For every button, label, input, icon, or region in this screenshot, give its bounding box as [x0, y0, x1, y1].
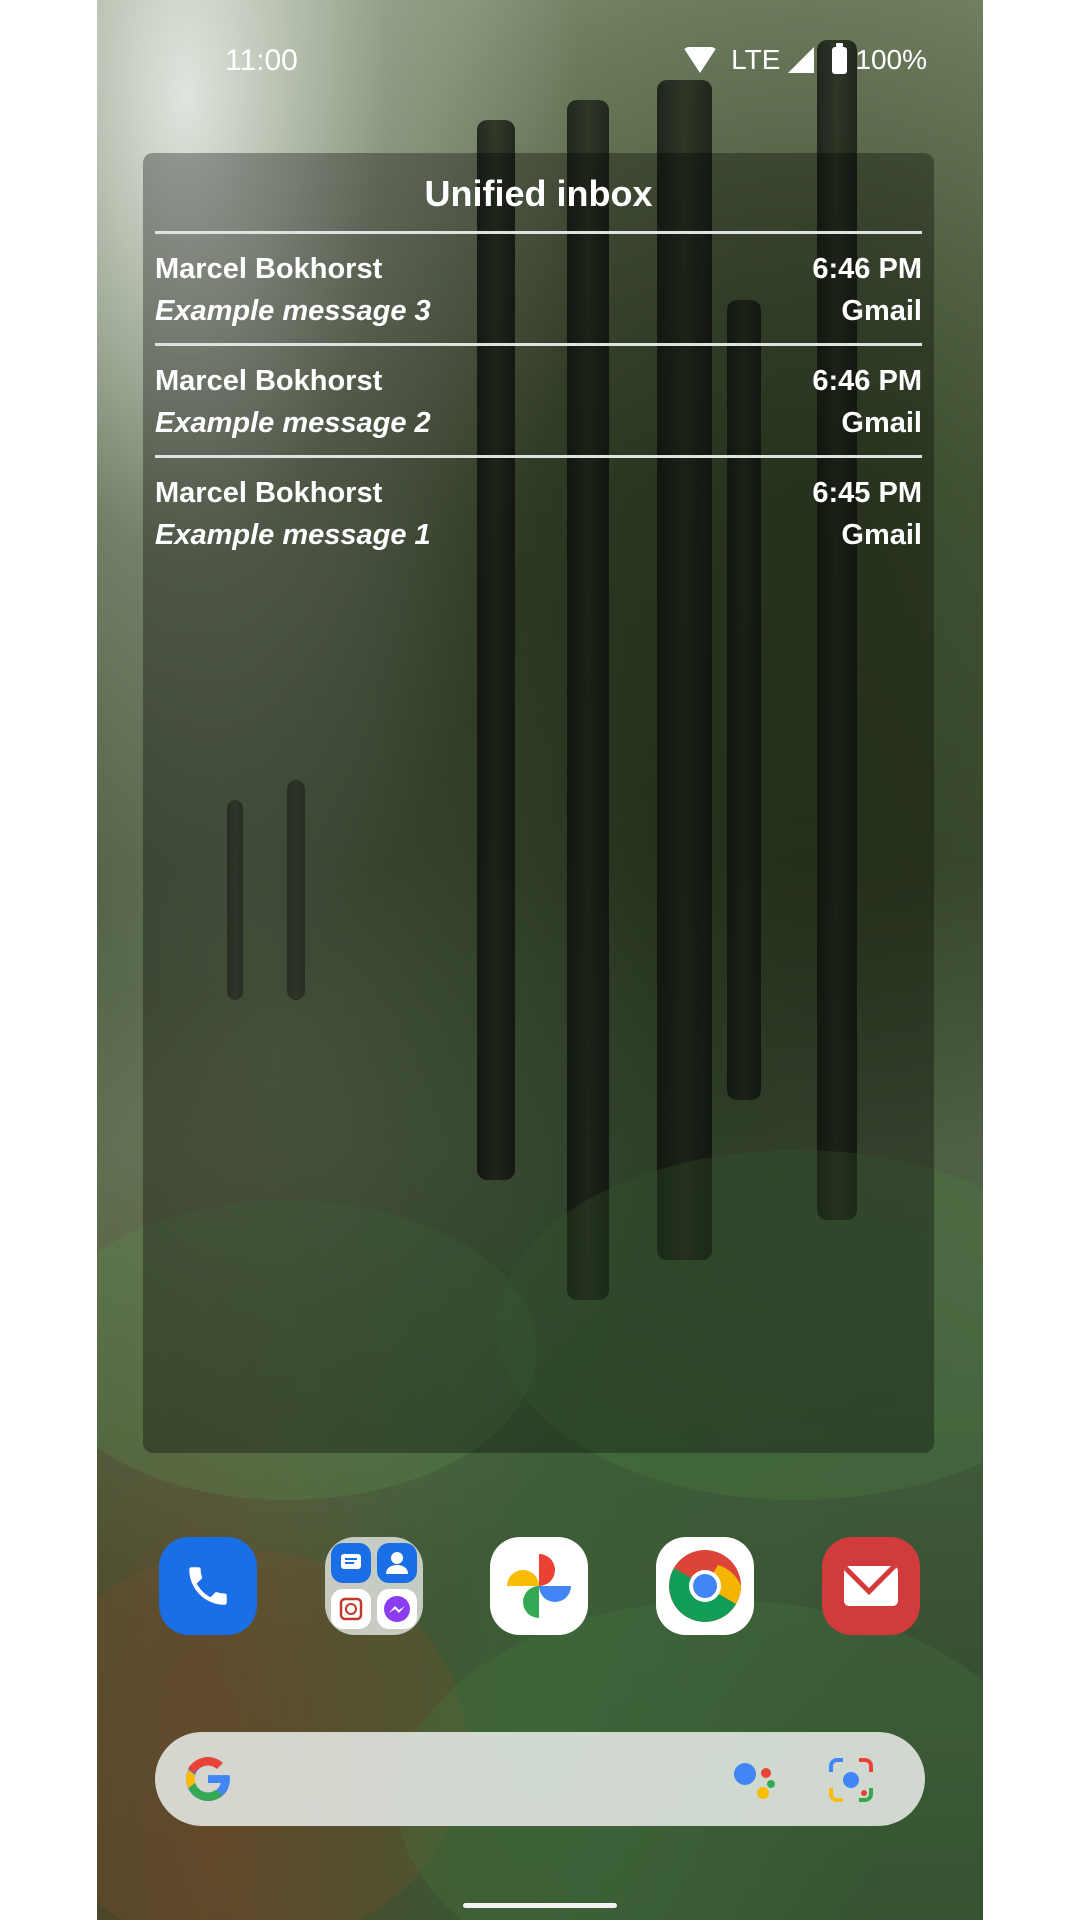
message-row[interactable]: Marcel Bokhorst 6:45 PM Example message …: [155, 477, 922, 577]
status-time: 11:00: [225, 44, 298, 77]
divider: [155, 231, 922, 234]
google-g-icon: [186, 1757, 231, 1801]
google-search-bar[interactable]: [155, 1732, 925, 1826]
message-row[interactable]: Marcel Bokhorst 6:46 PM Example message …: [155, 253, 922, 353]
status-indicators: LTE 100%: [683, 42, 927, 76]
phone-icon: [189, 1567, 227, 1605]
email-icon: [844, 1566, 898, 1606]
assistant-icon[interactable]: [730, 1756, 778, 1804]
contacts-icon: [377, 1543, 417, 1583]
message-sender: Marcel Bokhorst: [155, 365, 383, 397]
chrome-icon: [669, 1550, 741, 1622]
messages-icon: [331, 1543, 371, 1583]
message-sender: Marcel Bokhorst: [155, 477, 383, 509]
message-row[interactable]: Marcel Bokhorst 6:46 PM Example message …: [155, 365, 922, 465]
chrome-app-icon[interactable]: [656, 1537, 754, 1635]
divider: [155, 343, 922, 346]
battery-level: 100%: [855, 44, 927, 75]
wifi-icon: [683, 47, 718, 73]
message-account: Gmail: [841, 295, 922, 327]
home-screen: 11:00 LTE 100% Unified inbox Marcel Bokh…: [97, 0, 983, 1920]
message-subject: Example message 1: [155, 519, 431, 551]
gesture-nav-handle[interactable]: [463, 1903, 617, 1908]
message-subject: Example message 3: [155, 295, 431, 327]
network-type: LTE: [731, 44, 781, 75]
message-time: 6:45 PM: [812, 477, 922, 509]
photos-icon: [507, 1554, 571, 1618]
message-account: Gmail: [841, 519, 922, 551]
email-app-icon[interactable]: [822, 1537, 920, 1635]
message-sender: Marcel Bokhorst: [155, 253, 383, 285]
phone-app-icon[interactable]: [159, 1537, 257, 1635]
status-bar: 11:00 LTE 100%: [97, 0, 983, 120]
message-time: 6:46 PM: [812, 365, 922, 397]
app-folder[interactable]: [325, 1537, 423, 1635]
widget-title[interactable]: Unified inbox: [143, 173, 934, 215]
app-icon: [331, 1589, 371, 1629]
lens-icon[interactable]: [827, 1756, 875, 1804]
cell-signal-icon: [788, 47, 815, 73]
divider: [155, 455, 922, 458]
messenger-icon: [377, 1589, 417, 1629]
unified-inbox-widget[interactable]: Unified inbox Marcel Bokhorst 6:46 PM Ex…: [143, 153, 934, 1453]
photos-app-icon[interactable]: [490, 1537, 588, 1635]
message-subject: Example message 2: [155, 407, 431, 439]
message-account: Gmail: [841, 407, 922, 439]
message-time: 6:46 PM: [812, 253, 922, 285]
battery-icon: [832, 42, 848, 74]
